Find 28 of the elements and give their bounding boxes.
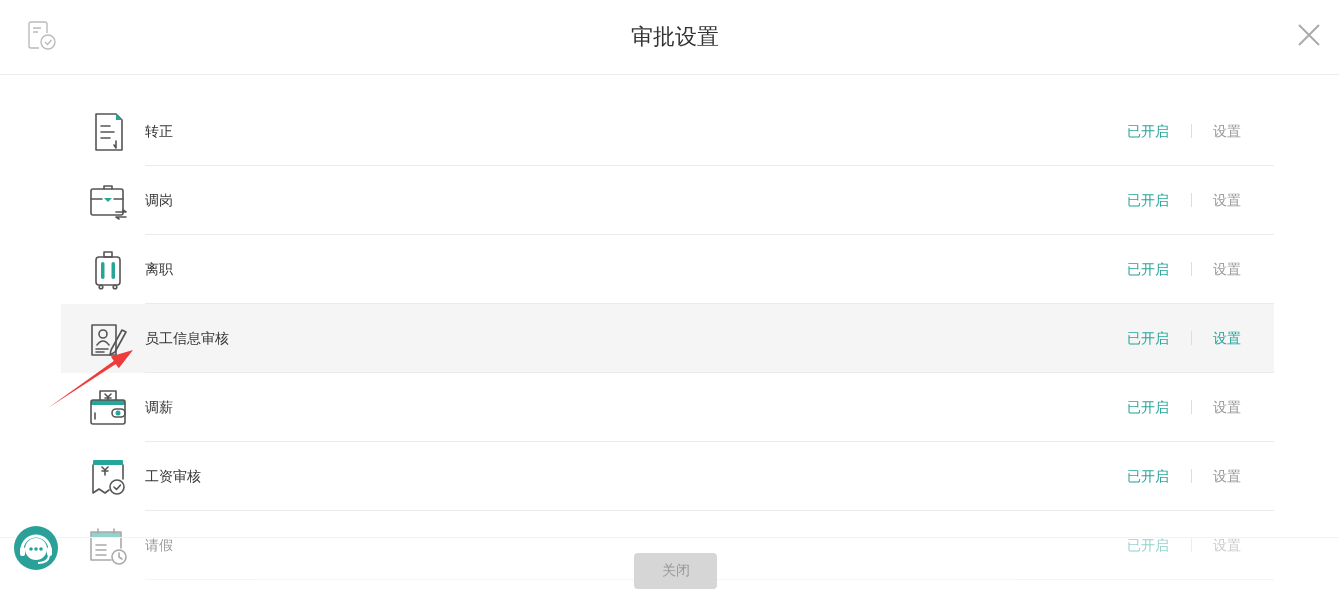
- status-text: 已开启: [1127, 467, 1169, 486]
- settings-link[interactable]: 设置: [1213, 121, 1241, 141]
- dialog-title: 审批设置: [630, 23, 719, 51]
- wallet-icon: [88, 387, 128, 428]
- row-label: 转正: [145, 122, 173, 141]
- document-check-icon: [28, 21, 56, 50]
- settings-link[interactable]: 设置: [1213, 466, 1241, 486]
- status-text: 已开启: [1127, 191, 1169, 210]
- status-text: 已开启: [1127, 260, 1169, 279]
- row-label: 离职: [145, 260, 173, 279]
- row-label: 调岗: [145, 191, 173, 210]
- status-text: 已开启: [1127, 329, 1169, 348]
- settings-link[interactable]: 设置: [1213, 328, 1241, 348]
- status-text: 已开启: [1127, 122, 1169, 141]
- status-text: 已开启: [1127, 536, 1169, 555]
- settings-link[interactable]: 设置: [1213, 259, 1241, 279]
- headset-icon[interactable]: [14, 526, 58, 570]
- row-label: 请假: [145, 536, 173, 555]
- close-button[interactable]: 关闭: [634, 553, 717, 589]
- settings-link[interactable]: 设置: [1213, 190, 1241, 210]
- settings-link[interactable]: 设置: [1213, 397, 1241, 417]
- row-label: 员工信息审核: [145, 329, 229, 348]
- status-text: 已开启: [1127, 398, 1169, 417]
- row-label: 工资审核: [145, 467, 201, 486]
- close-icon[interactable]: [1298, 23, 1320, 46]
- row-label: 调薪: [145, 398, 173, 417]
- calendar-clock-icon: [88, 525, 128, 566]
- highlighted-row[interactable]: 员工信息审核 已开启 设置: [61, 304, 1274, 373]
